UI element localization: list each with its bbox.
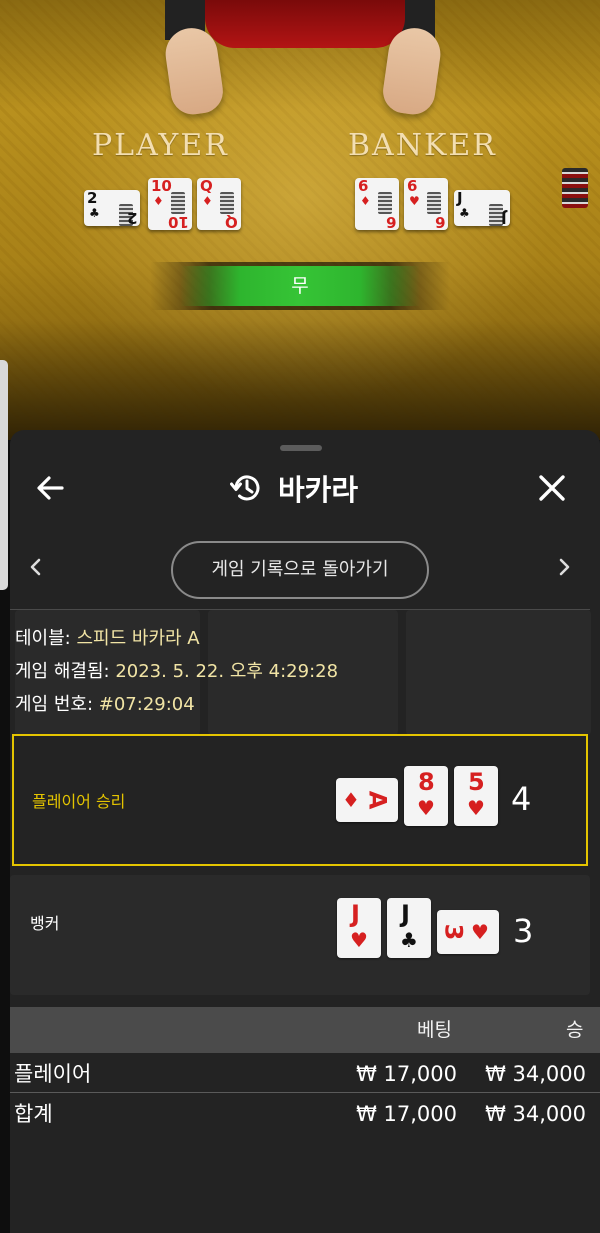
player-card-1: ♦ A — [336, 778, 398, 822]
prev-game-button[interactable] — [22, 555, 50, 583]
sheet-title: 바카라 — [230, 468, 358, 508]
table-banker-card-3: J ♣ J — [454, 190, 510, 226]
chip-stack — [562, 168, 588, 208]
total-label: 합계 — [14, 1102, 53, 1126]
info-game-number: 게임 번호: #07:29:04 — [15, 694, 195, 715]
chevron-right-icon — [559, 558, 570, 576]
table-row: 플레이어 ₩ 17,000 ₩ 34,000 — [10, 1054, 600, 1094]
close-icon — [539, 475, 565, 501]
total-bet: ₩ 17,000 — [356, 1102, 457, 1126]
banker-card-2: J ♣ — [387, 898, 431, 958]
result-banner-text: 무 — [180, 266, 420, 306]
player-win-label: 플레이어 승리 — [32, 792, 126, 811]
chevron-left-icon — [30, 558, 41, 576]
banker-result-row: 뱅커 J ♥ J ♣ 3 ♥ 3 — [12, 868, 588, 1000]
history-clock-icon — [230, 475, 260, 501]
next-game-button[interactable] — [550, 555, 578, 583]
info-table: 테이블: 스피드 바카라 A — [15, 628, 200, 649]
banker-card-1: J ♥ — [337, 898, 381, 958]
table-player-card-3: Q ♦ Q — [197, 178, 241, 230]
table-player-card-2: 10 ♦ 10 — [148, 178, 192, 230]
table-player-card-1: 2 ♣ 2 — [84, 190, 140, 226]
banker-score: 3 — [513, 912, 534, 950]
banker-label: 뱅커 — [30, 914, 60, 933]
result-banner: 무 — [150, 262, 450, 310]
live-table-video: PLAYER BANKER 2 ♣ 2 10 ♦ 10 Q ♦ Q 6 ♦ 6 … — [0, 0, 600, 440]
game-history-sheet: 바카라 게임 기록으로 돌아가기 테이블: 스피드 바카라 A 게임 해결됨: … — [10, 430, 600, 1233]
player-score: 4 — [511, 780, 532, 818]
dealer — [205, 0, 405, 48]
close-button[interactable] — [532, 468, 572, 508]
bet-row-win: ₩ 34,000 — [485, 1062, 586, 1086]
background-panel — [406, 610, 591, 735]
table-banker-card-1: 6 ♦ 6 — [355, 178, 399, 230]
column-header-bet: 베팅 — [417, 1019, 452, 1041]
info-resolved: 게임 해결됨: 2023. 5. 22. 오후 4:29:28 — [15, 661, 339, 682]
bet-row-label: 플레이어 — [14, 1062, 92, 1086]
sheet-drag-handle[interactable] — [280, 445, 322, 451]
side-drawer-edge[interactable] — [0, 360, 8, 590]
total-row: 합계 ₩ 17,000 ₩ 34,000 — [10, 1094, 600, 1134]
player-result-row: 플레이어 승리 ♦ A 8 ♥ 5 ♥ 4 — [12, 734, 588, 866]
player-side-label: PLAYER — [92, 128, 229, 163]
player-card-3: 5 ♥ — [454, 766, 498, 826]
player-card-2: 8 ♥ — [404, 766, 448, 826]
divider — [10, 1092, 600, 1093]
back-button[interactable] — [30, 468, 70, 508]
table-banker-card-2: 6 ♥ 6 — [404, 178, 448, 230]
banker-side-label: BANKER — [348, 128, 497, 163]
column-header-win: 승 — [566, 1019, 584, 1041]
bet-row-bet: ₩ 17,000 — [356, 1062, 457, 1086]
page-title: 바카라 — [278, 473, 359, 507]
back-to-history-button[interactable]: 게임 기록으로 돌아가기 — [171, 541, 429, 599]
banker-card-3: 3 ♥ — [437, 910, 499, 954]
divider — [10, 609, 590, 610]
arrow-left-icon — [37, 476, 64, 500]
bets-table-header: 베팅 승 — [10, 1007, 600, 1053]
total-win: ₩ 34,000 — [485, 1102, 586, 1126]
